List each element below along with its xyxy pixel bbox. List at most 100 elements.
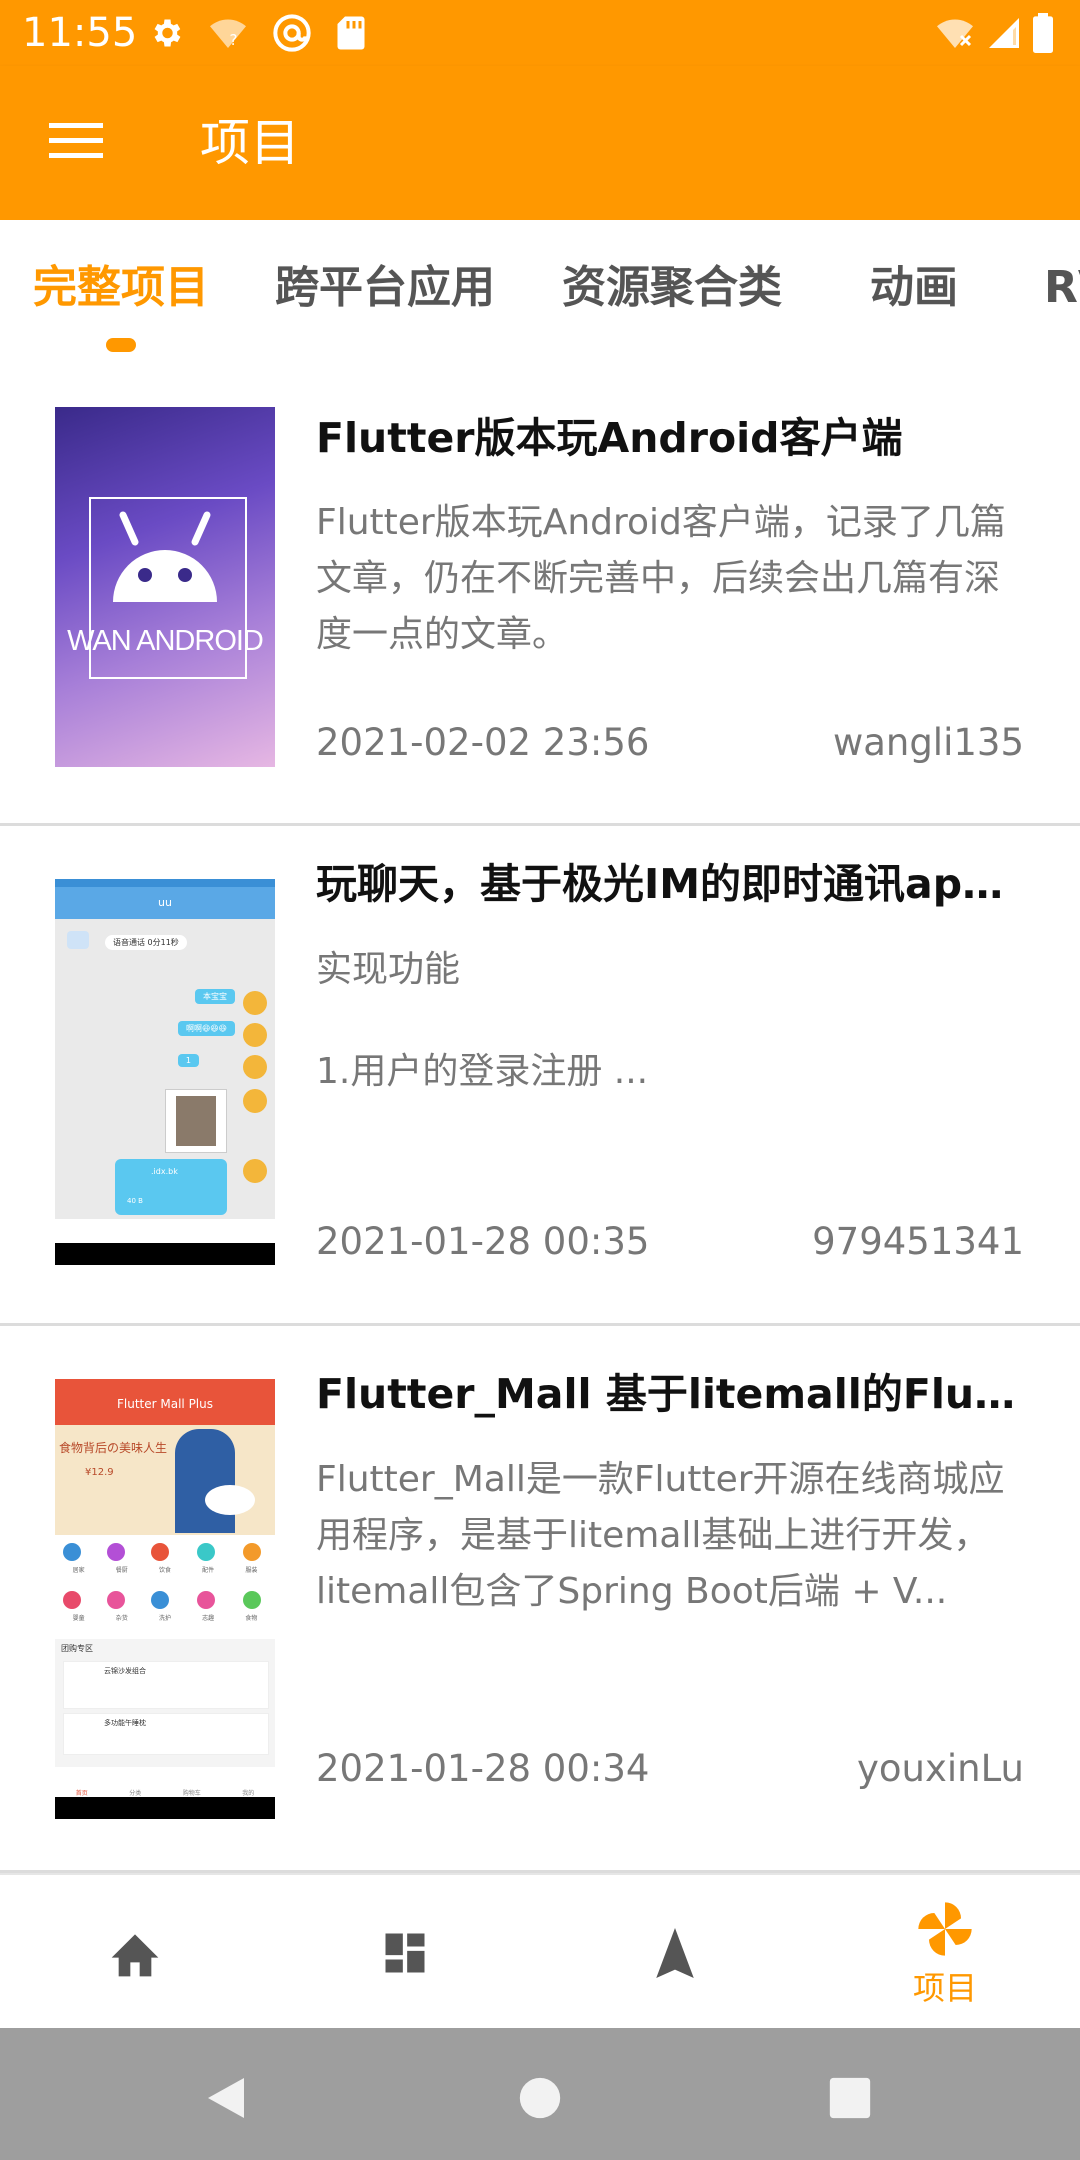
- thumb-cat: 婴童: [72, 1615, 85, 1622]
- thumb-price: ¥12.9: [85, 1467, 114, 1478]
- back-button[interactable]: [196, 2068, 256, 2128]
- item-author: 979451341: [812, 1220, 1024, 1263]
- page-title: 项目: [200, 114, 300, 172]
- thumb-product-1-name: 云锦沙发组合: [104, 1667, 146, 1675]
- thumb-cat: 志趣: [202, 1615, 215, 1622]
- nav-dashboard[interactable]: [270, 1875, 540, 2030]
- thumb-banner: 食物背后の美味人生 ¥12.9: [55, 1425, 275, 1535]
- thumb-tab: 购物车: [182, 1790, 201, 1797]
- bottom-navigation: 项目: [0, 1873, 1080, 2030]
- thumb-cat: 服装: [245, 1567, 258, 1574]
- home-icon: [111, 1933, 159, 1976]
- tab-cross-platform[interactable]: 跨平台应用: [275, 258, 495, 318]
- item-description-line1: 实现功能: [316, 949, 461, 990]
- thumb-avatar-right: [243, 1159, 267, 1183]
- thumb-category-grid: 居家 餐厨 饮食 配件 服装 婴童 杂货 洗护 志趣 食物: [55, 1535, 275, 1639]
- tab-complete-projects[interactable]: 完整项目: [33, 258, 209, 318]
- thumb-msg-1: 本宝宝: [195, 989, 235, 1004]
- thumb-product-1: 云锦沙发组合: [63, 1661, 269, 1709]
- menu-icon: [49, 121, 103, 165]
- sd-card-icon: [336, 15, 366, 51]
- thumb-file-size: 40 B: [127, 1197, 143, 1205]
- thumb-cat: 居家: [72, 1567, 85, 1574]
- thumb-file-name: .idx.bk: [151, 1167, 178, 1176]
- item-date: 2021-02-02 23:56: [316, 721, 650, 764]
- dashboard-icon: [385, 1933, 425, 1972]
- battery-icon: [1032, 13, 1054, 53]
- gear-icon: [148, 15, 184, 51]
- home-circle-icon: [519, 2077, 561, 2119]
- thumb-msg-3: 1: [177, 1054, 199, 1067]
- thumb-avatar-right: [243, 1089, 267, 1113]
- thumb-cat: 食物: [245, 1615, 258, 1622]
- thumbnail-logo-text: WAN ANDROID: [67, 625, 264, 657]
- item-title: 玩聊天，基于极光IM的即时通讯app...: [316, 860, 1026, 908]
- android-logo-icon: [113, 511, 217, 602]
- thumb-cat: 饮食: [158, 1567, 171, 1574]
- at-sign-icon: [272, 13, 312, 53]
- thumb-statusbar: [55, 879, 275, 887]
- thumb-bowl: [205, 1485, 255, 1515]
- thumb-avatar-left: [67, 931, 89, 949]
- thumb-tab: 我的: [242, 1790, 255, 1797]
- project-thumbnail: WAN ANDROID: [55, 407, 275, 767]
- svg-text:?: ?: [230, 31, 238, 49]
- app-bar: 项目: [0, 66, 1080, 220]
- wifi-off-icon: [934, 15, 976, 51]
- tab-resource-aggregation[interactable]: 资源聚合类: [562, 258, 782, 318]
- tab-indicator: [106, 338, 136, 352]
- item-author: wangli135: [832, 721, 1024, 764]
- thumb-tab: 首页: [75, 1790, 88, 1797]
- item-title: Flutter版本玩Android客户端: [316, 414, 903, 462]
- item-description-line2: 1.用户的登录注册 ...: [316, 1051, 649, 1092]
- list-item[interactable]: uu 语音通话 0分11秒 本宝宝 啊啊😆😆😆 1 .idx.bk 40 B 玩…: [0, 826, 1080, 1326]
- project-thumbnail: uu 语音通话 0分11秒 本宝宝 啊啊😆😆😆 1 .idx.bk 40 B: [55, 879, 275, 1265]
- item-date: 2021-01-28 00:35: [316, 1220, 650, 1263]
- tab-bar: 完整项目 跨平台应用 资源聚合类 动画 RV: [0, 220, 1080, 370]
- status-bar: 11:55 ?: [0, 0, 1080, 66]
- thumb-avatar-right: [243, 1055, 267, 1079]
- pinwheel-icon: [918, 1901, 972, 1956]
- tab-animation[interactable]: 动画: [870, 258, 958, 318]
- wifi-question-icon: ?: [208, 15, 248, 51]
- home-system-button[interactable]: [510, 2068, 570, 2128]
- list-item[interactable]: WAN ANDROID Flutter版本玩Android客户端 Flutter…: [0, 370, 1080, 826]
- back-icon: [208, 2078, 244, 2118]
- thumb-navbar: [55, 1243, 275, 1265]
- thumb-cat: 餐厨: [115, 1567, 128, 1574]
- status-right-icons: [934, 10, 1054, 56]
- thumb-tabbar: 首页 分类 购物车 我的: [55, 1767, 275, 1797]
- thumb-avatar-right: [243, 1023, 267, 1047]
- item-author: youxinLu: [856, 1747, 1024, 1790]
- nav-projects-label: 项目: [912, 1968, 977, 2007]
- thumb-banner-text: 食物背后の美味人生: [59, 1441, 168, 1455]
- thumb-cat: 杂货: [115, 1615, 128, 1622]
- thumb-person: [175, 1429, 235, 1533]
- status-time: 11:55: [22, 10, 138, 56]
- status-left-icons: ?: [148, 10, 366, 56]
- thumb-voice-msg: 语音通话 0分11秒: [105, 935, 187, 950]
- system-navigation-bar: [0, 2028, 1080, 2160]
- list-item[interactable]: Flutter Mall Plus 食物背后の美味人生 ¥12.9 居家 餐厨 …: [0, 1326, 1080, 1873]
- item-date: 2021-01-28 00:34: [316, 1747, 650, 1790]
- recents-icon: [829, 2077, 871, 2119]
- nav-home[interactable]: [0, 1875, 270, 2030]
- menu-button[interactable]: [40, 110, 112, 176]
- thumb-cat: 洗护: [158, 1615, 171, 1622]
- thumb-file-msg: .idx.bk 40 B: [115, 1159, 227, 1215]
- thumb-avatar-right: [243, 991, 267, 1015]
- nav-navigation[interactable]: [540, 1875, 810, 2030]
- thumb-product-2: 多功能午睡枕: [63, 1713, 269, 1755]
- thumb-product-2-name: 多功能午睡枕: [104, 1719, 146, 1727]
- signal-icon: [986, 15, 1022, 51]
- nav-projects[interactable]: 项目: [810, 1875, 1080, 2030]
- thumb-msg-2: 啊啊😆😆😆: [177, 1021, 235, 1036]
- tab-rv[interactable]: RV: [1044, 258, 1080, 318]
- item-description: Flutter版本玩Android客户端，记录了几篇文章，仍在不断完善中，后续会…: [316, 502, 1006, 655]
- recents-button[interactable]: [820, 2068, 880, 2128]
- thumb-header: uu: [55, 887, 275, 919]
- project-thumbnail: Flutter Mall Plus 食物背后の美味人生 ¥12.9 居家 餐厨 …: [55, 1379, 275, 1819]
- thumb-cat: 配件: [202, 1567, 215, 1574]
- item-title: Flutter_Mall 基于litemall的Flutter...: [316, 1370, 1026, 1418]
- thumb-section-title: 团购专区: [61, 1644, 93, 1653]
